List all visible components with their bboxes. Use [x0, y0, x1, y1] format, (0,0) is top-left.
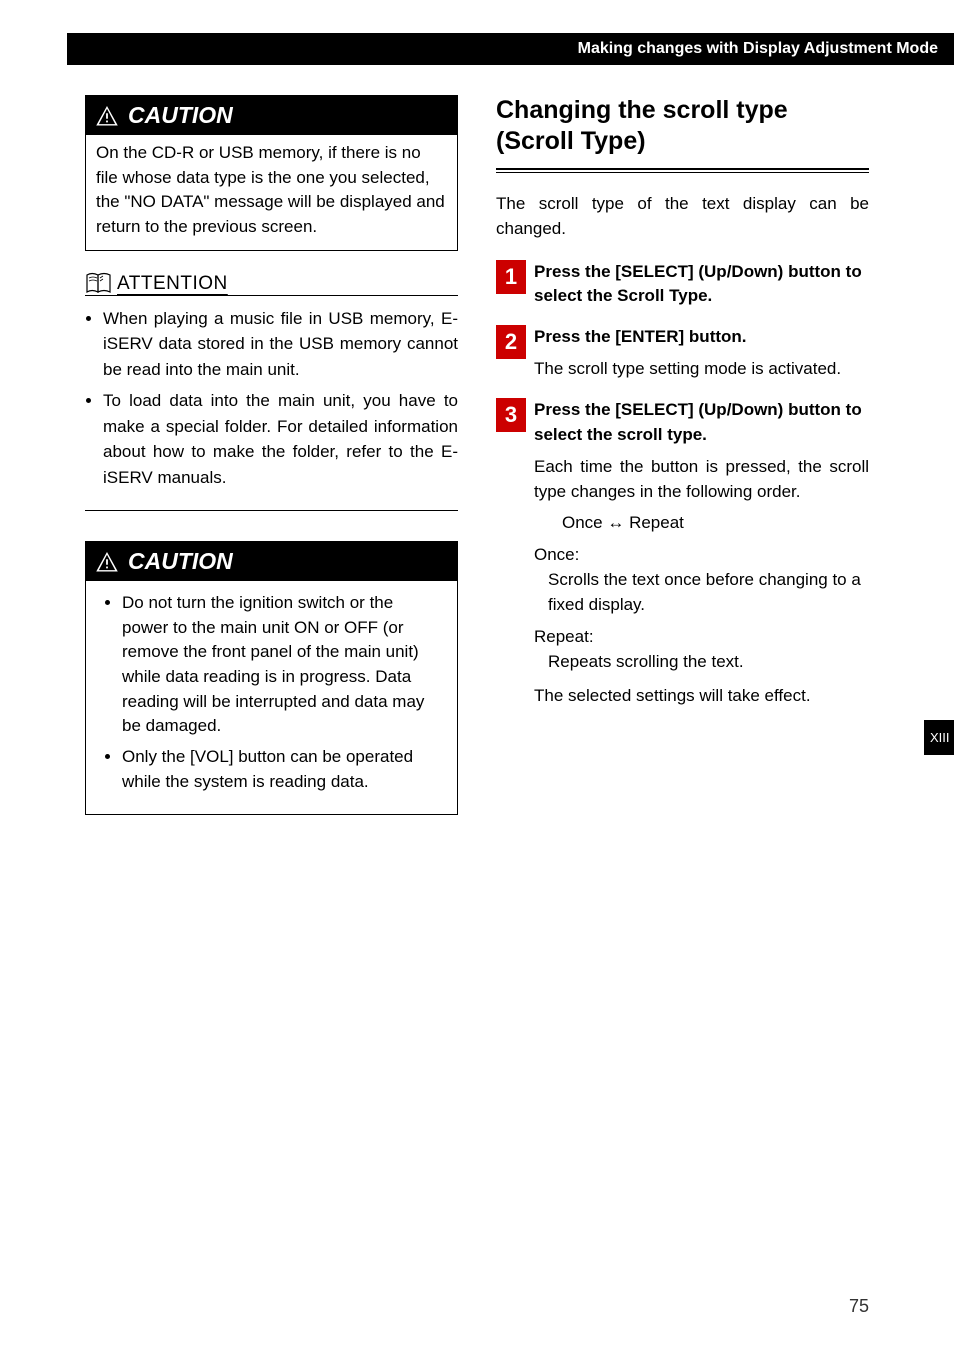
- step-1: 1 Press the [SELECT] (Up/Down) button to…: [496, 260, 869, 309]
- caution-body-2: Do not turn the ignition switch or the p…: [86, 581, 457, 814]
- attention-header: ATTENTION: [85, 271, 458, 296]
- step-desc-3: Each time the button is pressed, the scr…: [534, 455, 869, 504]
- step-num-3: 3: [496, 398, 526, 432]
- attention-label: ATTENTION: [117, 273, 228, 295]
- attention-item-1: When playing a music file in USB memory,…: [103, 306, 458, 383]
- right-column: Changing the scroll type (Scroll Type) T…: [496, 95, 869, 835]
- step-title-2: Press the [ENTER] button.: [534, 325, 869, 350]
- title-underline: [496, 168, 869, 173]
- divider: [85, 510, 458, 511]
- page-number: 75: [849, 1296, 869, 1317]
- final-note: The selected settings will take effect.: [534, 684, 869, 709]
- opt1-desc: Scrolls the text once before changing to…: [548, 568, 869, 617]
- caution-label-2: CAUTION: [128, 548, 233, 575]
- caution-header-1: CAUTION: [86, 96, 457, 135]
- step-desc-2: The scroll type setting mode is activate…: [534, 357, 869, 382]
- caution2-item-1: Do not turn the ignition switch or the p…: [122, 591, 443, 739]
- attention-item-2: To load data into the main unit, you hav…: [103, 388, 458, 490]
- step-body-1: Press the [SELECT] (Up/Down) button to s…: [534, 260, 869, 309]
- opt2-label: Repeat:: [534, 625, 869, 650]
- step3-options: Once: Scrolls the text once before chang…: [534, 543, 869, 674]
- step-title-3: Press the [SELECT] (Up/Down) button to s…: [534, 398, 869, 447]
- caution-header-2: CAUTION: [86, 542, 457, 581]
- opt1-label: Once:: [534, 543, 869, 568]
- caution2-item-2: Only the [VOL] button can be operated wh…: [122, 745, 443, 794]
- step-num-2: 2: [496, 325, 526, 359]
- step-body-2: Press the [ENTER] button. The scroll typ…: [534, 325, 869, 382]
- left-column: CAUTION On the CD-R or USB memory, if th…: [85, 95, 458, 835]
- warning-icon: [96, 106, 118, 126]
- section-tab: XIII: [924, 720, 954, 755]
- content-area: CAUTION On the CD-R or USB memory, if th…: [85, 95, 869, 835]
- caution-body-1: On the CD-R or USB memory, if there is n…: [86, 135, 457, 250]
- section-title: Changing the scroll type (Scroll Type): [496, 95, 869, 158]
- header-bar: Making changes with Display Adjustment M…: [67, 33, 954, 65]
- warning-icon: [96, 552, 118, 572]
- step-num-1: 1: [496, 260, 526, 294]
- step-3: 3 Press the [SELECT] (Up/Down) button to…: [496, 398, 869, 709]
- step-2: 2 Press the [ENTER] button. The scroll t…: [496, 325, 869, 382]
- step-title-1: Press the [SELECT] (Up/Down) button to s…: [534, 260, 869, 309]
- intro-text: The scroll type of the text display can …: [496, 191, 869, 242]
- opt2-desc: Repeats scrolling the text.: [548, 650, 869, 675]
- step-body-3: Press the [SELECT] (Up/Down) button to s…: [534, 398, 869, 709]
- caution-box-2: CAUTION Do not turn the ignition switch …: [85, 541, 458, 815]
- caution-text-1: On the CD-R or USB memory, if there is n…: [96, 143, 445, 236]
- caution-box-1: CAUTION On the CD-R or USB memory, if th…: [85, 95, 458, 251]
- scroll-options-line: Once ↔ Repeat: [562, 511, 869, 536]
- header-title: Making changes with Display Adjustment M…: [578, 40, 938, 57]
- caution-label-1: CAUTION: [128, 102, 233, 129]
- attention-body: When playing a music file in USB memory,…: [85, 306, 458, 491]
- book-icon: [85, 271, 113, 295]
